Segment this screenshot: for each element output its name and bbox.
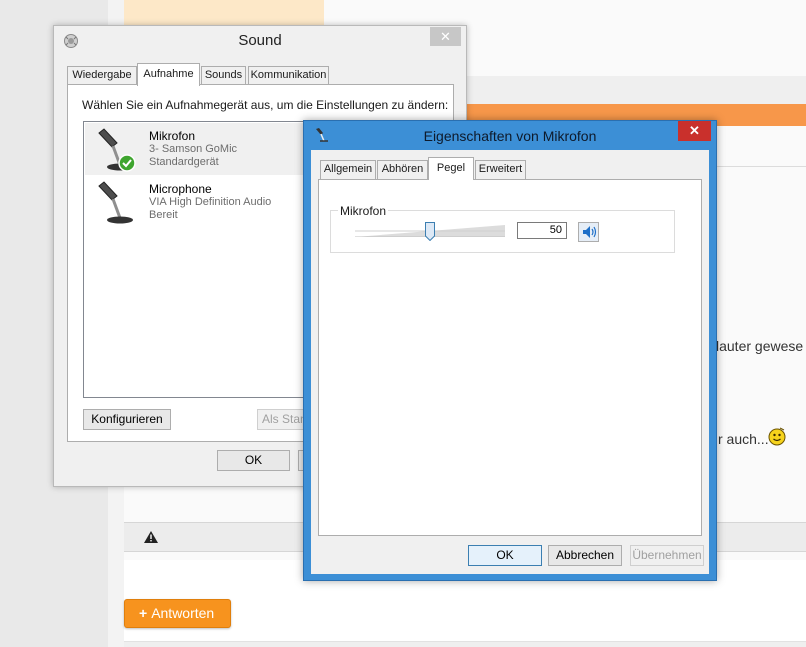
close-button[interactable]: ✕ xyxy=(678,121,711,141)
cancel-button[interactable]: Abbrechen xyxy=(548,545,622,566)
close-button[interactable]: ✕ xyxy=(430,27,461,46)
ok-button[interactable]: OK xyxy=(217,450,290,471)
level-value-field[interactable]: 50 xyxy=(517,222,567,239)
microphone-icon xyxy=(98,181,133,224)
post-text-snippet: r auch... xyxy=(718,431,769,447)
sound-dialog-title: Sound xyxy=(238,32,282,49)
recording-instruction: Wählen Sie ein Aufnahmegerät aus, um die… xyxy=(82,98,449,112)
apply-button[interactable]: Übernehmen xyxy=(630,545,704,566)
tab-wiedergabe[interactable]: Wiedergabe xyxy=(67,66,137,85)
tab-erweitert[interactable]: Erweitert xyxy=(475,160,526,179)
plus-icon: + xyxy=(139,605,148,621)
microphone-default-icon xyxy=(98,128,136,172)
tab-abhoeren[interactable]: Abhören xyxy=(377,160,428,179)
tab-allgemein[interactable]: Allgemein xyxy=(320,160,376,179)
device-description: VIA High Definition Audio xyxy=(149,196,272,208)
tab-kommunikation[interactable]: Kommunikation xyxy=(248,66,329,85)
reply-button-label: Antworten xyxy=(151,605,215,621)
level-group-label: Mikrofon xyxy=(338,204,389,218)
post-text-snippet: lauter gewese xyxy=(716,338,804,354)
microphone-level-group: Mikrofon 50 xyxy=(330,204,675,253)
properties-dialog-title: Eigenschaften von Mikrofon xyxy=(423,128,597,144)
warning-icon[interactable] xyxy=(144,531,158,543)
tab-aufnahme[interactable]: Aufnahme xyxy=(137,63,200,86)
ok-button[interactable]: OK xyxy=(468,545,542,566)
microphone-properties-dialog: Eigenschaften von Mikrofon ✕ Allgemein A… xyxy=(303,120,717,581)
device-description: 3- Samson GoMic xyxy=(149,143,238,155)
device-status: Bereit xyxy=(149,209,178,221)
tab-pegel[interactable]: Pegel xyxy=(428,157,474,180)
forum-peach-box xyxy=(124,0,324,26)
close-icon: ✕ xyxy=(689,123,700,138)
level-slider-thumb[interactable] xyxy=(425,222,435,241)
tab-sounds[interactable]: Sounds xyxy=(201,66,246,85)
reply-button[interactable]: + Antworten xyxy=(124,599,231,628)
close-icon: ✕ xyxy=(440,29,451,44)
speaker-icon xyxy=(583,226,597,238)
page-bottom-border xyxy=(124,641,806,647)
mute-toggle-button[interactable] xyxy=(578,222,599,242)
smiley-icon xyxy=(768,427,786,446)
device-status: Standardgerät xyxy=(149,156,219,168)
device-name: Mikrofon xyxy=(149,129,196,143)
device-name: Microphone xyxy=(149,182,212,196)
configure-button[interactable]: Konfigurieren xyxy=(83,409,171,430)
levels-panel: Mikrofon 50 xyxy=(318,179,702,536)
properties-body: Allgemein Abhören Pegel Erweitert Mikrof… xyxy=(311,150,709,574)
